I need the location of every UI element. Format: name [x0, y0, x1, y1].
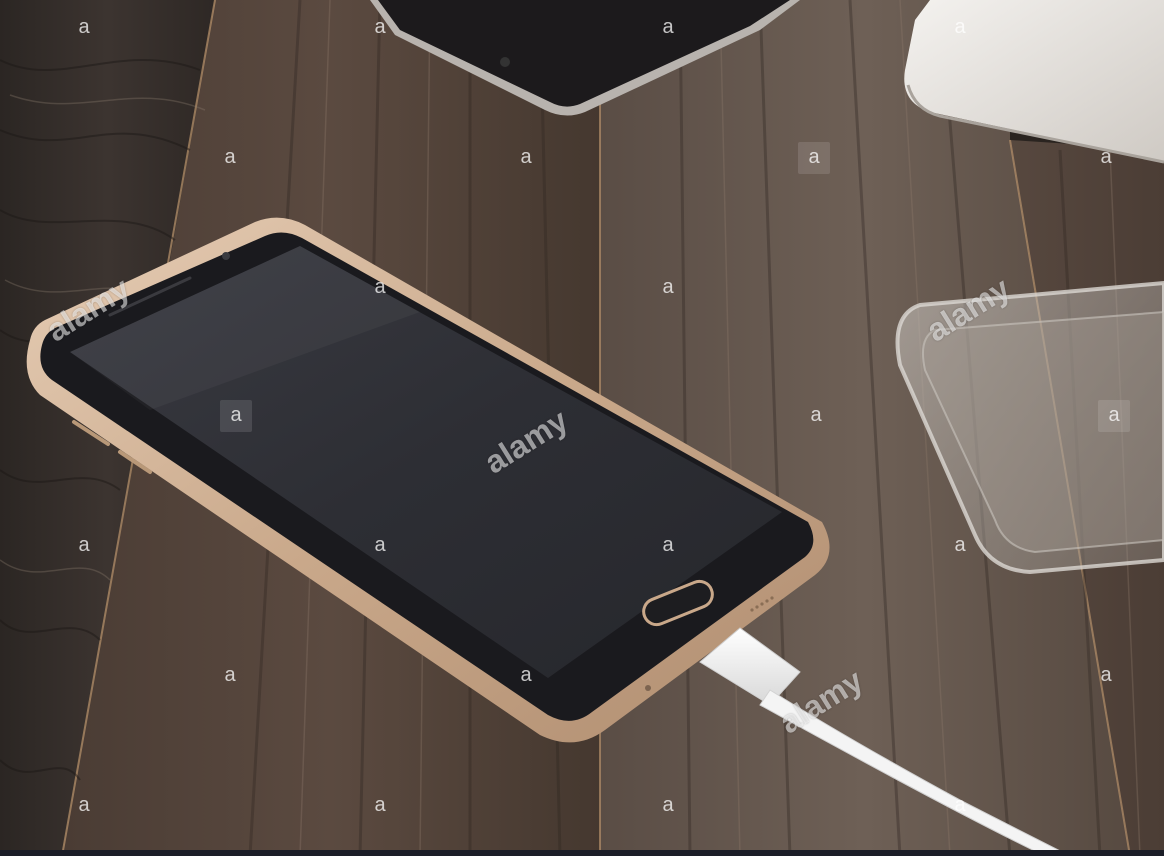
watermark-badge: a	[78, 534, 90, 556]
watermark-badge: a	[520, 664, 532, 686]
watermark-badge: a	[1100, 664, 1112, 686]
watermark-badge: a	[374, 276, 386, 298]
watermark-badge: a	[374, 794, 386, 816]
watermark-badge: a	[662, 794, 674, 816]
watermark-badge: a	[78, 16, 90, 38]
watermark-badge: a	[220, 400, 252, 432]
watermark-badge: a	[374, 16, 386, 38]
watermark-badge: a	[954, 794, 966, 816]
watermark-badge: a	[374, 534, 386, 556]
watermark-badge: a	[954, 534, 966, 556]
watermark-badge: a	[662, 16, 674, 38]
photo-image	[0, 0, 1164, 856]
watermark-badge: a	[810, 404, 822, 426]
watermark-badge: a	[662, 276, 674, 298]
watermark-badge: a	[224, 664, 236, 686]
photo-scene: alamy alamy alamy alamy a a a a a a a a …	[0, 0, 1164, 856]
watermark-badge: a	[520, 146, 532, 168]
watermark-badge: a	[1098, 400, 1130, 432]
watermark-badge: a	[1100, 146, 1112, 168]
watermark-badge: a	[954, 16, 966, 38]
watermark-badge: a	[662, 534, 674, 556]
watermark-badge: a	[78, 794, 90, 816]
watermark-badge: a	[798, 142, 830, 174]
watermark-badge: a	[224, 146, 236, 168]
